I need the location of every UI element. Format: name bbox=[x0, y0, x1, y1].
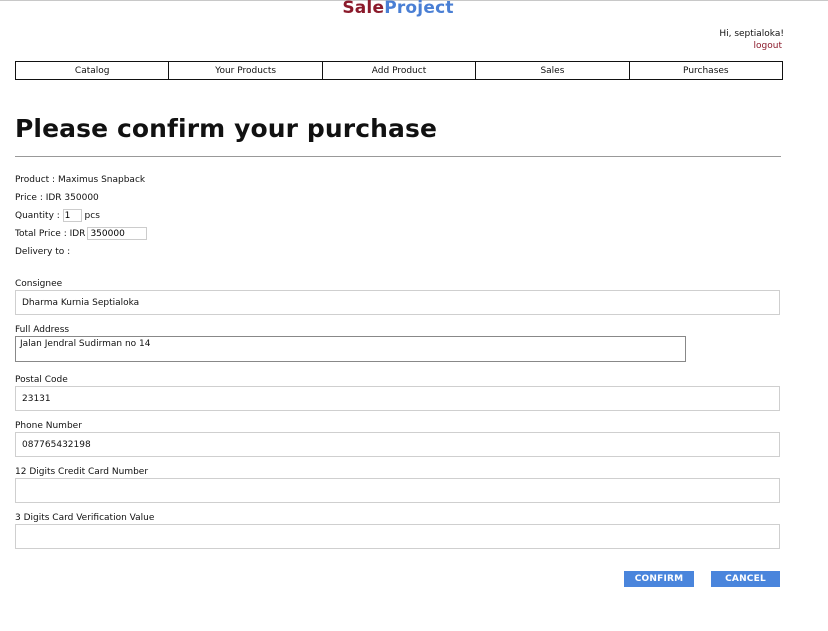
total-price-label: Total Price : IDR bbox=[15, 229, 86, 239]
price-value: IDR 350000 bbox=[45, 193, 99, 203]
quantity-row: Quantity : pcs bbox=[15, 209, 100, 222]
total-price-row: Total Price : IDR bbox=[15, 227, 148, 240]
logout-link[interactable]: logout bbox=[719, 40, 782, 52]
greeting-text: Hi, septialoka! bbox=[719, 29, 784, 39]
logo-sale-text: Sale bbox=[342, 0, 385, 18]
user-greeting-block: Hi, septialoka! logout bbox=[719, 28, 784, 52]
total-price-field bbox=[87, 227, 148, 240]
site-logo[interactable]: SaleProject bbox=[0, 0, 796, 18]
nav-item-purchases[interactable]: Purchases bbox=[628, 61, 784, 80]
page-title: Please confirm your purchase bbox=[15, 114, 438, 143]
address-field[interactable]: Jalan Jendral Sudirman no 14 bbox=[15, 336, 686, 362]
cancel-button[interactable]: CANCEL bbox=[711, 571, 780, 587]
credit-card-field[interactable] bbox=[15, 478, 780, 503]
quantity-label: Quantity : bbox=[15, 211, 63, 221]
product-row: Product : Maximus Snapback bbox=[15, 174, 145, 186]
delivery-label: Delivery to : bbox=[15, 247, 71, 257]
postal-code-field[interactable] bbox=[15, 386, 780, 411]
cvv-field[interactable] bbox=[15, 524, 780, 549]
product-name: Maximus Snapback bbox=[57, 175, 146, 185]
main-navigation: Catalog Your Products Add Product Sales … bbox=[15, 61, 784, 80]
confirm-button[interactable]: CONFIRM bbox=[624, 571, 694, 587]
nav-item-catalog[interactable]: Catalog bbox=[15, 61, 169, 80]
nav-item-add-product[interactable]: Add Product bbox=[321, 61, 476, 80]
product-label: Product : bbox=[15, 175, 58, 185]
price-label: Price : bbox=[15, 193, 46, 203]
address-label: Full Address bbox=[15, 325, 70, 335]
postal-code-label: Postal Code bbox=[15, 375, 68, 385]
consignee-field[interactable] bbox=[15, 290, 780, 315]
phone-number-label: Phone Number bbox=[15, 421, 82, 431]
nav-item-your-products[interactable]: Your Products bbox=[168, 61, 322, 80]
logo-project-text: Project bbox=[384, 0, 454, 18]
delivery-row: Delivery to : bbox=[15, 246, 70, 258]
quantity-input[interactable] bbox=[62, 209, 82, 222]
credit-card-label: 12 Digits Credit Card Number bbox=[15, 467, 149, 477]
consignee-label: Consignee bbox=[15, 279, 63, 289]
cvv-label: 3 Digits Card Verification Value bbox=[15, 513, 155, 523]
quantity-unit: pcs bbox=[84, 211, 100, 221]
price-row: Price : IDR 350000 bbox=[15, 192, 99, 204]
nav-item-sales[interactable]: Sales bbox=[475, 61, 629, 80]
phone-number-field[interactable] bbox=[15, 432, 780, 457]
title-divider bbox=[15, 156, 781, 157]
